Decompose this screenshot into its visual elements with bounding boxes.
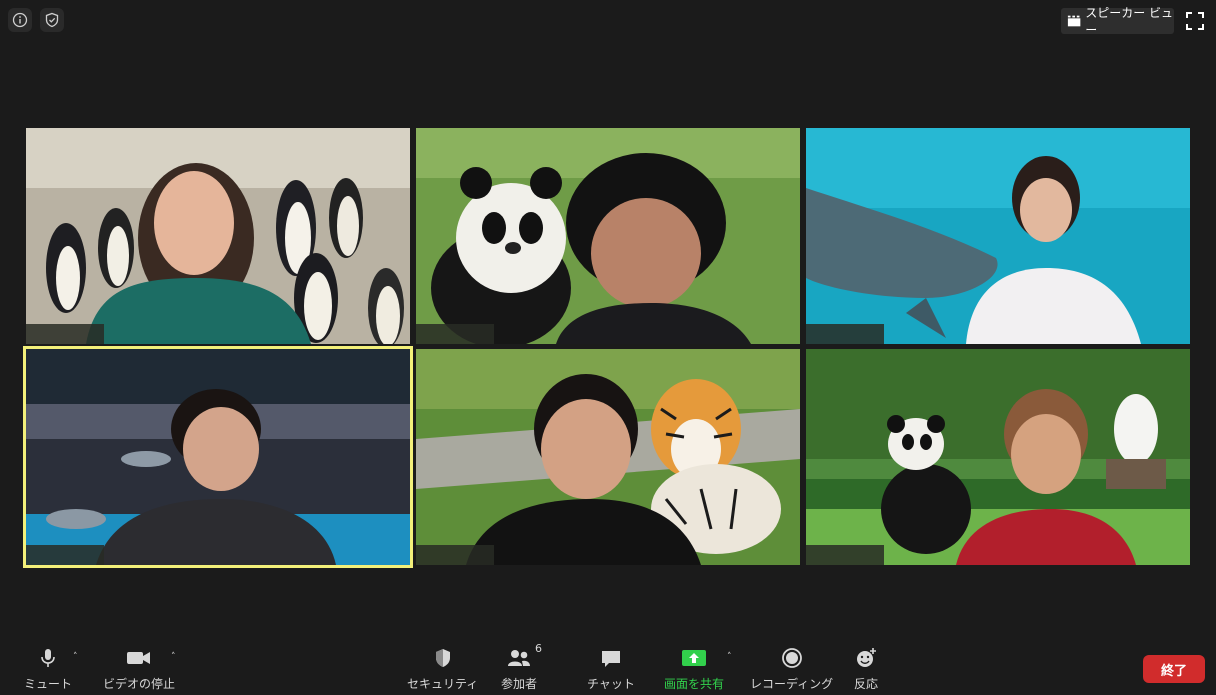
video-tile-4-active-speaker[interactable]: [23, 346, 413, 568]
share-screen-icon: [682, 650, 706, 666]
share-screen-label: 画面を共有: [664, 677, 725, 691]
mute-button[interactable]: ミュート: [24, 646, 72, 692]
video-options-caret-icon[interactable]: ˄: [171, 652, 176, 662]
tiger-background: [416, 349, 800, 565]
chat-button[interactable]: チャット: [587, 646, 635, 692]
video-tile-3[interactable]: [806, 128, 1190, 344]
chat-label: チャット: [587, 677, 635, 691]
participants-count: 6: [535, 642, 542, 655]
dolphin-stadium-background: [26, 349, 410, 565]
fullscreen-icon[interactable]: [1186, 12, 1204, 30]
meeting-toolbar: ミュート ˄ ビデオの停止 ˄ セキュリティ 6 参加者 チャット 画面を共有 …: [0, 640, 1216, 695]
reactions-label: 反応: [854, 677, 879, 691]
speaker-view-label: スピーカー ビュー: [1085, 6, 1174, 37]
emoji-plus-icon: [857, 648, 876, 667]
chat-icon: [601, 651, 620, 667]
panda-background: [416, 128, 800, 344]
reactions-button[interactable]: 反応: [854, 646, 878, 692]
participant-name: [26, 324, 104, 344]
video-camera-icon: [127, 652, 150, 664]
security-label: セキュリティ: [407, 677, 479, 691]
speaker-view-button[interactable]: スピーカー ビュー: [1061, 6, 1174, 37]
shield-check-icon[interactable]: [40, 8, 64, 32]
info-icon[interactable]: [8, 8, 32, 32]
participant-name: [416, 545, 494, 565]
security-button[interactable]: セキュリティ: [407, 646, 478, 692]
participant-name: [26, 545, 104, 565]
participant-name: [806, 324, 884, 344]
speaker-view-icon: [1067, 15, 1081, 27]
participants-icon: [508, 650, 530, 666]
participant-name: [416, 324, 494, 344]
dolphin-pool-background: [806, 128, 1190, 344]
participants-label: 参加者: [501, 677, 538, 691]
mute-label: ミュート: [24, 677, 73, 691]
panda-garden-background: [806, 349, 1190, 565]
video-tile-6[interactable]: [806, 349, 1190, 565]
record-icon: [781, 648, 802, 668]
video-tile-1[interactable]: [26, 128, 410, 344]
share-screen-button[interactable]: 画面を共有: [664, 646, 724, 692]
video-tile-5[interactable]: [416, 349, 800, 565]
participant-name: [806, 545, 884, 565]
share-options-caret-icon[interactable]: ˄: [727, 652, 732, 662]
end-meeting-button[interactable]: 終了: [1143, 655, 1205, 683]
microphone-icon: [41, 649, 55, 667]
audio-options-caret-icon[interactable]: ˄: [73, 652, 78, 662]
stop-video-label: ビデオの停止: [103, 677, 176, 691]
participants-button[interactable]: 6 参加者: [501, 642, 542, 692]
record-label: レコーディング: [750, 677, 834, 691]
video-tile-2[interactable]: [416, 128, 800, 344]
record-button[interactable]: レコーディング: [750, 646, 833, 692]
stop-video-button[interactable]: ビデオの停止: [103, 646, 175, 692]
shield-icon: [435, 649, 450, 667]
penguins-background: [26, 128, 410, 344]
